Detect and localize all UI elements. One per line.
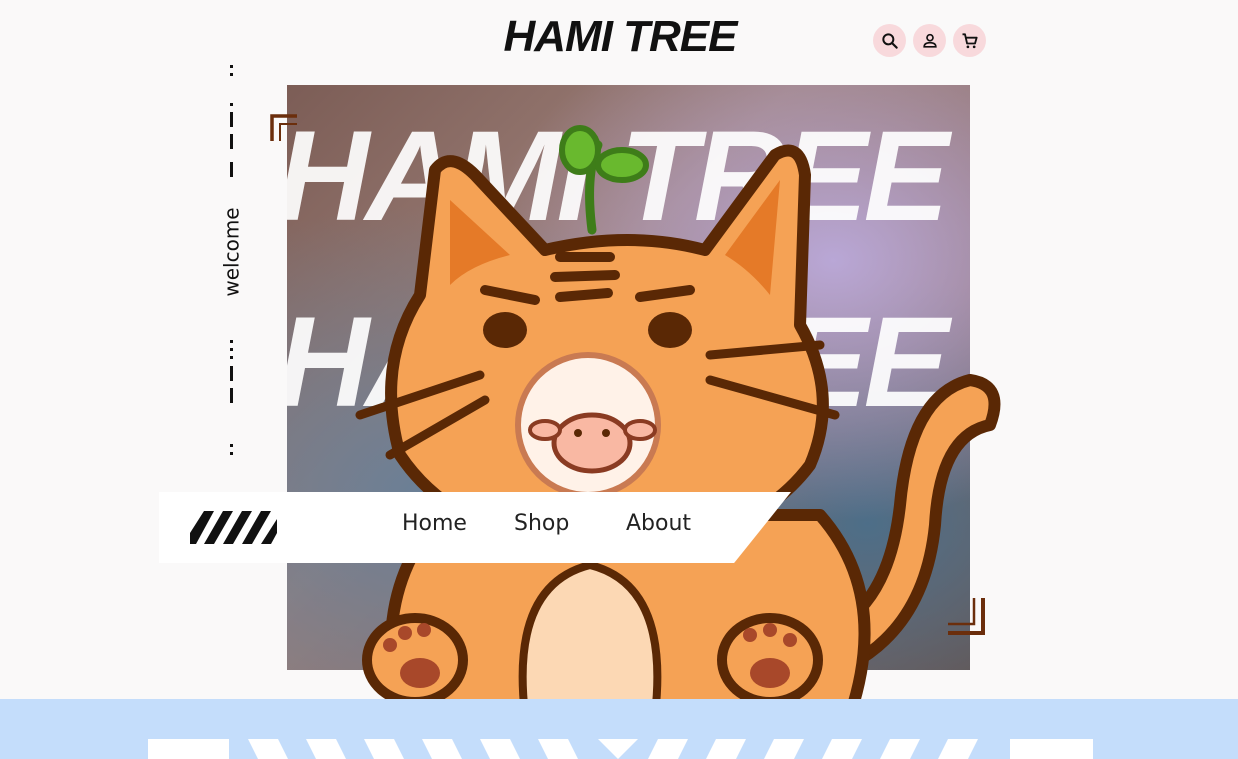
cart-icon [962, 32, 978, 48]
cat-mascot-illustration [355, 125, 1001, 715]
corner-bracket-top-left [270, 114, 297, 141]
bottom-section-band [0, 699, 1238, 759]
site-logo[interactable]: HAMI TREE [470, 12, 770, 62]
welcome-text: welcome [220, 207, 244, 297]
cart-button[interactable] [953, 24, 986, 57]
welcome-label: welcome [212, 200, 252, 304]
bottom-stripe-decoration [148, 739, 1093, 759]
account-button[interactable] [913, 24, 946, 57]
account-icon [922, 33, 937, 48]
main-navigation: Home Shop About [159, 492, 791, 563]
nav-stripe-decoration [190, 511, 277, 544]
nav-home-link[interactable]: Home [402, 511, 467, 536]
search-icon [881, 32, 898, 49]
header-actions [873, 24, 986, 57]
nav-about-link[interactable]: About [626, 511, 691, 536]
nav-shop-link[interactable]: Shop [514, 511, 569, 536]
search-button[interactable] [873, 24, 906, 57]
